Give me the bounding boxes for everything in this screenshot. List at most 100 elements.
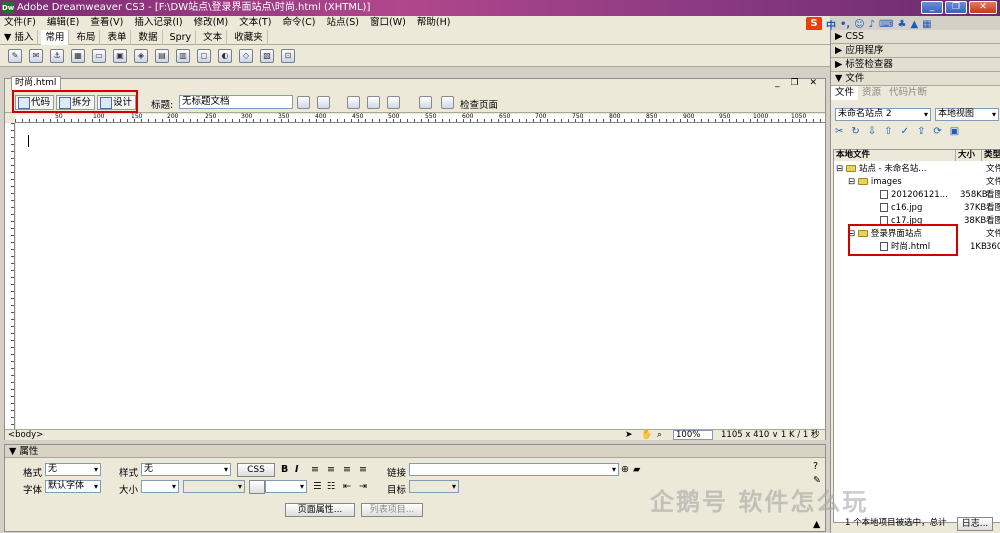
- check-page-icon[interactable]: [441, 96, 454, 109]
- hand-tool-icon[interactable]: ✋: [641, 430, 652, 441]
- check-page-button[interactable]: 检查页面: [460, 97, 498, 111]
- link-input[interactable]: [409, 463, 619, 476]
- color-picker-icon[interactable]: [249, 480, 265, 494]
- ime-emoji-icon[interactable]: ☺: [854, 19, 864, 30]
- restore-icon[interactable]: ❐: [945, 1, 967, 14]
- head-icon[interactable]: ◐: [218, 48, 232, 63]
- menu-insert[interactable]: 插入记录(I): [130, 16, 186, 30]
- script-icon[interactable]: ◇: [239, 48, 253, 63]
- media-icon[interactable]: ◈: [134, 48, 148, 63]
- get-file-icon[interactable]: ⇩: [868, 126, 876, 137]
- style-select[interactable]: 无: [141, 463, 231, 476]
- tree-row[interactable]: 201206121...: [880, 189, 948, 202]
- ime-grid-icon[interactable]: ▦: [922, 19, 931, 30]
- view-options-icon[interactable]: [367, 96, 380, 109]
- tag-inspector-header[interactable]: ▶ 标签检查器: [831, 58, 1000, 72]
- design-canvas[interactable]: [16, 123, 825, 429]
- align-left-icon[interactable]: ≡: [311, 464, 319, 475]
- email-link-icon[interactable]: ✉: [29, 48, 43, 63]
- size-select[interactable]: [141, 480, 179, 493]
- check-out-icon[interactable]: ✓: [901, 126, 909, 137]
- menu-site[interactable]: 站点(S): [323, 16, 363, 30]
- insert-tab-forms[interactable]: 表单: [103, 30, 132, 45]
- table-icon[interactable]: ▦: [71, 48, 85, 63]
- sogou-logo-icon[interactable]: S: [806, 17, 822, 31]
- put-file-icon[interactable]: ⇧: [884, 126, 892, 137]
- ime-punct-icon[interactable]: •,: [840, 19, 850, 30]
- ime-voice-icon[interactable]: ♪: [869, 19, 875, 30]
- anchor-icon[interactable]: ⚓: [50, 48, 64, 63]
- select-tool-icon[interactable]: ➤: [625, 430, 633, 441]
- ime-keyboard-icon[interactable]: ⌨: [879, 19, 893, 30]
- color-input[interactable]: [265, 480, 307, 493]
- view-select[interactable]: 本地视图: [935, 108, 999, 121]
- tree-row[interactable]: ⊟ 站点 - 未命名站...: [836, 163, 926, 176]
- ordered-list-icon[interactable]: ☷: [327, 481, 336, 492]
- page-properties-button[interactable]: 页面属性...: [285, 503, 355, 517]
- connect-icon[interactable]: ✂: [835, 126, 843, 137]
- ime-skin-icon[interactable]: ♣: [897, 19, 906, 30]
- window-size-info[interactable]: 1105 x 410 ∨ 1 K / 1 秒: [721, 430, 819, 441]
- tab-snippets[interactable]: 代码片断: [885, 86, 931, 100]
- insert-tab-common[interactable]: 常用: [41, 30, 70, 45]
- templates-icon[interactable]: ▧: [260, 48, 274, 63]
- refresh-icon[interactable]: ↻: [851, 126, 859, 137]
- check-in-icon[interactable]: ⇪: [917, 126, 925, 137]
- menu-commands[interactable]: 命令(C): [278, 16, 319, 30]
- refresh-icon[interactable]: [347, 96, 360, 109]
- help-icon[interactable]: ?: [813, 461, 818, 472]
- application-panel-header[interactable]: ▶ 应用程序: [831, 44, 1000, 58]
- target-select[interactable]: [409, 480, 459, 493]
- tag-selector-body[interactable]: <body>: [8, 430, 43, 441]
- expand-icon[interactable]: ▣: [950, 126, 959, 137]
- tree-row[interactable]: c16.jpg: [880, 202, 922, 215]
- collapse-icon[interactable]: ▲: [813, 519, 820, 530]
- bold-icon[interactable]: B: [281, 464, 288, 475]
- column-type[interactable]: 类型: [982, 150, 1000, 161]
- menu-modify[interactable]: 修改(M): [190, 16, 233, 30]
- align-justify-icon[interactable]: ≡: [359, 464, 367, 475]
- menu-edit[interactable]: 编辑(E): [43, 16, 83, 30]
- css-panel-header[interactable]: ▶ CSS: [831, 30, 1000, 44]
- insert-tab-layout[interactable]: 布局: [72, 30, 101, 45]
- insert-bar-label[interactable]: ▼ 插入: [0, 30, 39, 45]
- tree-row[interactable]: ⊟ images: [848, 176, 902, 189]
- visual-aids-icon[interactable]: [387, 96, 400, 109]
- menu-window[interactable]: 窗口(W): [366, 16, 410, 30]
- server-include-icon[interactable]: ▥: [176, 48, 190, 63]
- minimize-icon[interactable]: _: [921, 1, 943, 14]
- menu-view[interactable]: 查看(V): [86, 16, 127, 30]
- list-items-button[interactable]: 列表项目...: [361, 503, 423, 517]
- font-select[interactable]: 默认字体: [45, 480, 101, 493]
- insert-tab-data[interactable]: 数据: [135, 30, 163, 45]
- zoom-tool-icon[interactable]: ⌕: [657, 430, 662, 441]
- tag-chooser-icon[interactable]: ⊡: [281, 48, 295, 63]
- menu-text[interactable]: 文本(T): [235, 16, 275, 30]
- validate-icon[interactable]: [419, 96, 432, 109]
- image-icon[interactable]: ▣: [113, 48, 127, 63]
- synchronize-icon[interactable]: ⟳: [933, 126, 941, 137]
- insert-tab-spry[interactable]: Spry: [166, 30, 197, 45]
- title-input[interactable]: 无标题文档: [179, 95, 293, 109]
- indent-icon[interactable]: ⇥: [359, 481, 367, 492]
- files-panel-header[interactable]: ▼ 文件: [831, 72, 1000, 86]
- browse-folder-icon[interactable]: ▰: [633, 464, 640, 475]
- insert-tab-favorites[interactable]: 收藏夹: [230, 30, 268, 45]
- unordered-list-icon[interactable]: ☰: [313, 481, 322, 492]
- ime-shirt-icon[interactable]: ▲: [910, 19, 918, 30]
- point-to-file-icon[interactable]: ⊕: [621, 464, 629, 475]
- hyperlink-icon[interactable]: ✎: [8, 48, 22, 63]
- file-management-icon[interactable]: [297, 96, 310, 109]
- insert-tab-text[interactable]: 文本: [199, 30, 228, 45]
- menu-file[interactable]: 文件(F): [0, 16, 40, 30]
- site-select[interactable]: 未命名站点 2: [835, 108, 931, 121]
- preview-browser-icon[interactable]: [317, 96, 330, 109]
- size-unit-select[interactable]: [183, 480, 245, 493]
- div-icon[interactable]: ▭: [92, 48, 106, 63]
- comment-icon[interactable]: ◻: [197, 48, 211, 63]
- menu-help[interactable]: 帮助(H): [413, 16, 455, 30]
- document-window-controls[interactable]: _ ❐ ✕: [775, 78, 821, 88]
- align-center-icon[interactable]: ≡: [327, 464, 335, 475]
- tab-assets[interactable]: 资源: [858, 86, 885, 100]
- date-icon[interactable]: ▤: [155, 48, 169, 63]
